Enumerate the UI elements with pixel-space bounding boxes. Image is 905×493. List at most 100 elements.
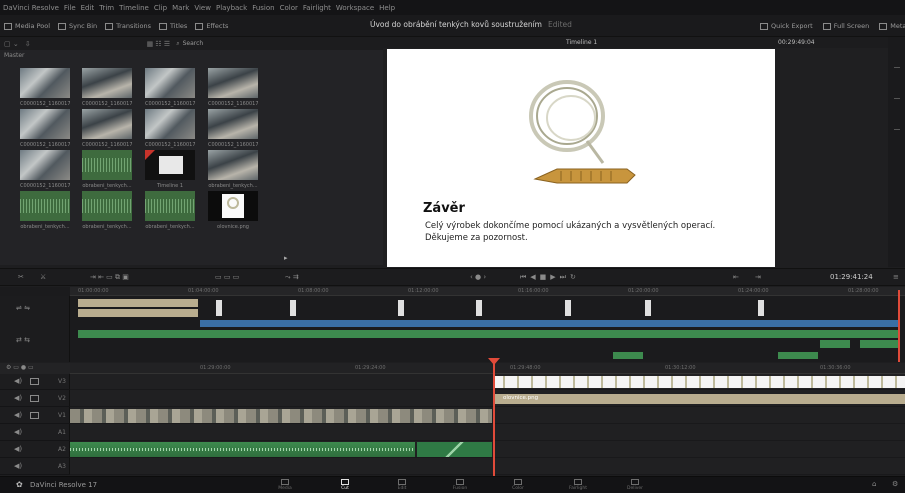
search-button[interactable]: ⌕ Search bbox=[176, 40, 203, 48]
quick-export-button[interactable]: Quick Export bbox=[760, 22, 813, 30]
still-clip-strip[interactable] bbox=[495, 376, 905, 388]
menu-item-2[interactable]: Edit bbox=[81, 4, 95, 12]
upper-title-clip[interactable] bbox=[78, 299, 198, 307]
video-clip-v1[interactable] bbox=[70, 409, 492, 423]
track-monitor-icon[interactable] bbox=[30, 412, 39, 419]
menu-item-5[interactable]: Clip bbox=[154, 4, 167, 12]
menu-item-11[interactable]: Fairlight bbox=[303, 4, 331, 12]
media-clip[interactable]: C0000152_1160017... bbox=[82, 109, 132, 148]
track-audio-icon[interactable]: ◀) bbox=[14, 377, 22, 385]
page-tab-deliver[interactable]: Deliver bbox=[615, 477, 655, 493]
media-clip[interactable]: obrabeni_tenkych... bbox=[82, 191, 132, 230]
media-clip[interactable]: C0000152_1160017... bbox=[145, 68, 195, 107]
menu-item-7[interactable]: View bbox=[194, 4, 211, 12]
page-tab-color[interactable]: Color bbox=[498, 477, 538, 493]
upper-audio-clip[interactable] bbox=[820, 340, 850, 348]
page-tab-fairlight[interactable]: Fairlight bbox=[558, 477, 598, 493]
append-icon[interactable]: ▭ ▭ ▭ bbox=[215, 273, 239, 281]
video-track-icon[interactable]: ⇌ ⇋ bbox=[16, 304, 30, 312]
full-screen-button[interactable]: Full Screen bbox=[822, 22, 869, 30]
timeline-tracks[interactable]: olovnice.png bbox=[70, 374, 905, 475]
transitions-button[interactable]: Transitions bbox=[105, 22, 151, 30]
upper-title-clip[interactable] bbox=[78, 309, 198, 317]
settings-icon[interactable]: ⚙ bbox=[892, 480, 898, 488]
playhead-handle[interactable] bbox=[488, 358, 500, 365]
track-lane[interactable] bbox=[70, 458, 905, 475]
close-up-icon[interactable]: ⤳ ⇉ bbox=[285, 273, 299, 282]
media-clip[interactable]: obrabeni_tenkych... bbox=[20, 191, 70, 230]
track-header-v2[interactable]: ◀) V2 bbox=[0, 391, 70, 407]
timeline-menu-icon[interactable]: ≡ bbox=[893, 273, 899, 281]
audio-clip-a1[interactable] bbox=[70, 442, 415, 457]
mark-out-icon[interactable]: ⇥ bbox=[755, 273, 761, 281]
playback-controls[interactable]: ⏮◀■▶⏭↻ bbox=[520, 273, 580, 282]
menu-item-0[interactable]: DaVinci Resolve bbox=[3, 4, 59, 12]
menu-item-10[interactable]: Color bbox=[280, 4, 298, 12]
viewer-zoom[interactable]: 00:29:49:04 bbox=[778, 39, 815, 46]
home-icon[interactable]: ⌂ bbox=[872, 480, 876, 488]
mark-in-icon[interactable]: ⇤ bbox=[733, 273, 739, 281]
page-tab-cut[interactable]: Cut bbox=[325, 477, 365, 493]
loop-toggle-icon[interactable]: ‹ ● › bbox=[470, 273, 486, 281]
upper-still-marker[interactable] bbox=[565, 300, 571, 316]
media-clip[interactable]: C0000152_1160017... bbox=[82, 68, 132, 107]
track-header-v1[interactable]: ◀) V1 bbox=[0, 408, 70, 424]
upper-still-marker[interactable] bbox=[758, 300, 764, 316]
playhead[interactable] bbox=[493, 359, 495, 476]
metadata-button[interactable]: Metadata bbox=[879, 22, 905, 30]
media-clip[interactable]: C0000152_1160017... bbox=[208, 68, 258, 107]
menu-item-3[interactable]: Trim bbox=[99, 4, 114, 12]
cut-icon[interactable]: ⚔ bbox=[40, 273, 46, 281]
media-clip[interactable]: C0000152_1160017... bbox=[208, 109, 258, 148]
upper-video-clip[interactable] bbox=[200, 320, 900, 327]
upper-audio-clip[interactable] bbox=[613, 352, 643, 359]
media-clip[interactable]: C0000152_1160017... bbox=[20, 68, 70, 107]
track-monitor-icon[interactable] bbox=[30, 378, 39, 385]
track-audio-icon[interactable]: ◀) bbox=[14, 428, 22, 436]
track-header-v3[interactable]: ◀) V3 bbox=[0, 374, 70, 390]
viewer-canvas[interactable]: Závěr Celý výrobek dokončíme pomocí ukáz… bbox=[387, 49, 775, 267]
track-header-a3[interactable]: ◀) A3 bbox=[0, 459, 70, 475]
sync-bin-button[interactable]: Sync Bin bbox=[58, 22, 97, 30]
media-clip[interactable]: olovnice.png bbox=[208, 191, 258, 230]
page-tab-media[interactable]: Media bbox=[265, 477, 305, 493]
upper-audio-clip[interactable] bbox=[860, 340, 898, 348]
upper-still-marker[interactable] bbox=[216, 300, 222, 316]
media-pool-button[interactable]: Media Pool bbox=[4, 22, 50, 30]
upper-still-marker[interactable] bbox=[645, 300, 651, 316]
upper-still-marker[interactable] bbox=[476, 300, 482, 316]
menu-item-13[interactable]: Help bbox=[379, 4, 395, 12]
track-audio-icon[interactable]: ◀) bbox=[14, 411, 22, 419]
media-clip[interactable]: Timeline 1 bbox=[145, 150, 195, 189]
menu-item-6[interactable]: Mark bbox=[172, 4, 189, 12]
media-clip[interactable]: C0000152_1160017... bbox=[20, 150, 70, 189]
track-header-a1[interactable]: ◀) A1 bbox=[0, 425, 70, 441]
audio-track-icon[interactable]: ⇄ ⇆ bbox=[16, 336, 30, 344]
track-audio-icon[interactable]: ◀) bbox=[14, 445, 22, 453]
media-clip[interactable]: C0000152_1160017... bbox=[145, 109, 195, 148]
upper-audio-clip[interactable] bbox=[78, 330, 900, 338]
titles-button[interactable]: Titles bbox=[159, 22, 187, 30]
viewer-timeline-name[interactable]: Timeline 1 bbox=[566, 39, 597, 46]
track-header-a2[interactable]: ◀) A2 bbox=[0, 442, 70, 458]
track-monitor-icon[interactable] bbox=[30, 395, 39, 402]
media-clip[interactable]: obrabeni_tenkych... bbox=[208, 150, 258, 189]
menu-item-1[interactable]: File bbox=[64, 4, 76, 12]
media-clip[interactable]: obrabeni_tenkych... bbox=[145, 191, 195, 230]
menu-item-4[interactable]: Timeline bbox=[119, 4, 149, 12]
track-tools-icon[interactable]: ⚙ ▭ ● ▭ bbox=[6, 364, 34, 371]
page-tab-fusion[interactable]: Fusion bbox=[440, 477, 480, 493]
effects-button[interactable]: Effects bbox=[195, 22, 228, 30]
upper-still-marker[interactable] bbox=[290, 300, 296, 316]
blade-icon[interactable]: ✂ bbox=[18, 273, 24, 281]
menu-item-8[interactable]: Playback bbox=[216, 4, 247, 12]
smart-insert-icon[interactable]: ⇥ ⇤ ▭ ⧉ ▣ bbox=[90, 273, 129, 282]
media-clip[interactable]: C0000152_1160017... bbox=[20, 109, 70, 148]
import-icon[interactable]: ⇩ bbox=[25, 40, 31, 48]
audio-crossfade-a1[interactable] bbox=[417, 442, 492, 457]
upper-ruler[interactable]: 01:00:00:00 01:04:00:00 01:08:00:00 01:12:0… bbox=[70, 287, 905, 296]
menu-item-9[interactable]: Fusion bbox=[252, 4, 274, 12]
track-audio-icon[interactable]: ◀) bbox=[14, 462, 22, 470]
track-lane[interactable] bbox=[70, 424, 905, 441]
view-toggle-icon[interactable]: ▢ ⌄ bbox=[4, 40, 19, 48]
